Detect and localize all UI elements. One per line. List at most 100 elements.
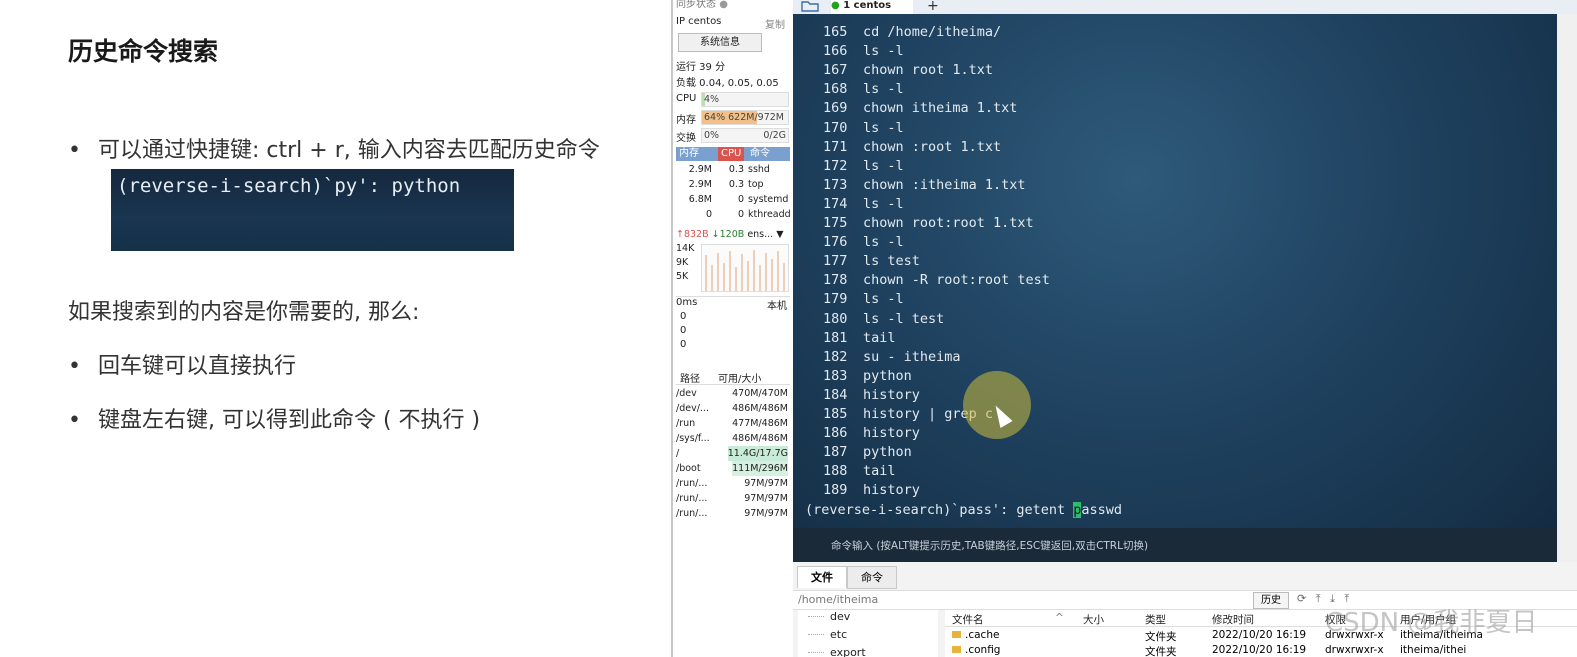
history-number: 169 [823, 100, 848, 117]
terminal[interactable]: 165 cd /home/itheima/166 ls -l 167 chown roo… [793, 14, 1557, 562]
command-input-bar[interactable]: 命令输入 (按ALT键提示历史,TAB键路径,ESC键返回,双击CTRL切换) [793, 528, 1557, 562]
disk-path: /boot [676, 463, 701, 474]
tree-item-export[interactable]: export [830, 646, 866, 657]
bullet-text: 可以通过快捷键: ctrl + r, 输入内容去匹配历史命令 [98, 138, 600, 163]
proc-header-mem[interactable]: 内存 [679, 147, 699, 161]
ping-target[interactable]: 本机 [767, 297, 787, 312]
col-mtime[interactable]: 修改时间 [1212, 612, 1254, 627]
proc-header-cmd[interactable]: 命令 [750, 147, 770, 161]
disk-row[interactable]: /dev/... 486M/486M [676, 401, 790, 416]
history-command: chown root:root 1.txt [863, 215, 1034, 231]
watermark: CSDN @我非夏日 [1325, 608, 1538, 638]
history-command: history [863, 482, 920, 499]
bullet-dot: • [68, 138, 81, 163]
proc-cmd: top [748, 179, 764, 190]
disk-size: 470M/470M [732, 388, 788, 399]
process-row[interactable]: 0 0 kthreadd [676, 208, 791, 222]
folder-icon [952, 631, 961, 638]
history-command: ls -l [863, 81, 904, 98]
history-line: 172 ls -l [823, 158, 904, 174]
proc-cpu: 0.3 [728, 179, 744, 190]
bullet-enter: • 回车键可以直接执行 [68, 348, 296, 380]
process-row[interactable]: 2.9M 0.3 sshd [676, 163, 790, 177]
file-row[interactable]: .config 文件夹 2022/10/20 16:19 drwxrwxr-x … [945, 644, 1577, 657]
disk-row[interactable]: /run/... 97M/97M [676, 506, 790, 521]
disk-path: /run [676, 418, 696, 429]
disk-path: / [676, 448, 680, 459]
sync-status: 同步状态 ● [676, 0, 728, 10]
disk-row[interactable]: /run/... 97M/97M [676, 476, 790, 491]
network-graph-svg [705, 250, 785, 291]
net-upload: ↑832B [676, 229, 709, 240]
tree-item-dev[interactable]: dev [830, 610, 850, 623]
disk-row[interactable]: / 11.4G/17.7G [676, 446, 790, 461]
disk-row[interactable]: /boot 111M/296M [676, 461, 790, 476]
tab-commands[interactable]: 命令 [847, 566, 897, 589]
disk-header-path[interactable]: 路径 [680, 370, 700, 385]
history-number: 183 [823, 367, 848, 384]
tree-line [808, 652, 824, 653]
swap-meter: 0% 0/2G [701, 128, 789, 143]
disk-row[interactable]: /run/... 97M/97M [676, 491, 790, 506]
copy-ip-button[interactable]: 复制 [765, 16, 785, 31]
history-line: 181 tail [823, 330, 896, 346]
system-info-button[interactable]: 系统信息 [678, 33, 762, 52]
path-history-button[interactable]: 历史 [1253, 592, 1289, 609]
bullet-dot: • [68, 408, 81, 433]
file-owner: itheima/ithei [1400, 644, 1467, 656]
history-number: 181 [823, 329, 848, 346]
history-line: 189 history [823, 482, 920, 498]
disk-row[interactable]: /sys/f... 486M/486M [676, 431, 790, 446]
history-number: 184 [823, 386, 848, 403]
col-name[interactable]: 文件名 [952, 612, 984, 627]
history-line: 184 history [823, 387, 920, 403]
file-type: 文件夹 [1145, 631, 1177, 643]
net-interface-select[interactable]: ens... ▼ [747, 229, 783, 240]
tab-centos[interactable]: ● 1 centos [831, 0, 913, 14]
uptime-label: 运行 39 分 [676, 62, 726, 73]
history-line: 180 ls -l test [823, 311, 944, 327]
tab-label: 1 centos [843, 0, 892, 11]
history-command: chown :root 1.txt [863, 138, 1002, 155]
history-command: chown root 1.txt [863, 62, 994, 79]
folder-icon[interactable] [801, 0, 821, 12]
history-number: 173 [823, 176, 848, 193]
folder-icon-svg [801, 1, 819, 12]
path-input[interactable]: /home/itheima [798, 593, 878, 606]
disk-size: 97M/97M [744, 493, 788, 504]
tree-item-etc[interactable]: etc [830, 628, 847, 641]
tree-line [808, 634, 824, 635]
history-command: ls test [863, 253, 920, 270]
session-status-dot-icon: ● [831, 0, 840, 11]
proc-mem: 0 [705, 209, 712, 220]
disk-header-size[interactable]: 可用/大小 [718, 370, 761, 385]
col-size[interactable]: 大小 [1083, 612, 1104, 627]
disk-table-header: 路径 可用/大小 [676, 370, 790, 385]
disk-size: 486M/486M [732, 403, 788, 414]
history-number: 166 [823, 43, 848, 60]
mem-label: 内存 [676, 115, 696, 126]
proc-header-cpu[interactable]: CPU [718, 147, 745, 161]
disk-row[interactable]: /run 477M/486M [676, 416, 790, 431]
file-name: .cache [952, 629, 999, 641]
disk-size: 486M/486M [732, 433, 788, 444]
bullet-text: 回车键可以直接执行 [98, 354, 297, 379]
history-line: 179 ls -l [823, 291, 904, 307]
history-command: history [863, 425, 920, 442]
history-number: 186 [823, 425, 848, 442]
tab-files[interactable]: 文件 [797, 566, 847, 588]
history-number: 182 [823, 348, 848, 365]
disk-path: /run/... [676, 493, 708, 504]
process-row[interactable]: 6.8M 0 systemd [676, 193, 790, 207]
disk-path: /sys/f... [676, 433, 710, 444]
process-row[interactable]: 2.9M 0.3 top [676, 178, 790, 192]
history-line: 188 tail [823, 463, 896, 479]
disk-row[interactable]: /dev 470M/470M [676, 386, 790, 401]
ping-panel: 0ms 本机 0 0 0 [676, 296, 790, 359]
col-type[interactable]: 类型 [1145, 612, 1166, 627]
history-line: 173 chown :itheima 1.txt [823, 177, 1026, 193]
history-number: 189 [823, 482, 848, 499]
terminal-scrollbar[interactable] [1557, 14, 1577, 562]
history-number: 185 [823, 406, 848, 422]
add-tab-button[interactable]: + [927, 0, 939, 14]
